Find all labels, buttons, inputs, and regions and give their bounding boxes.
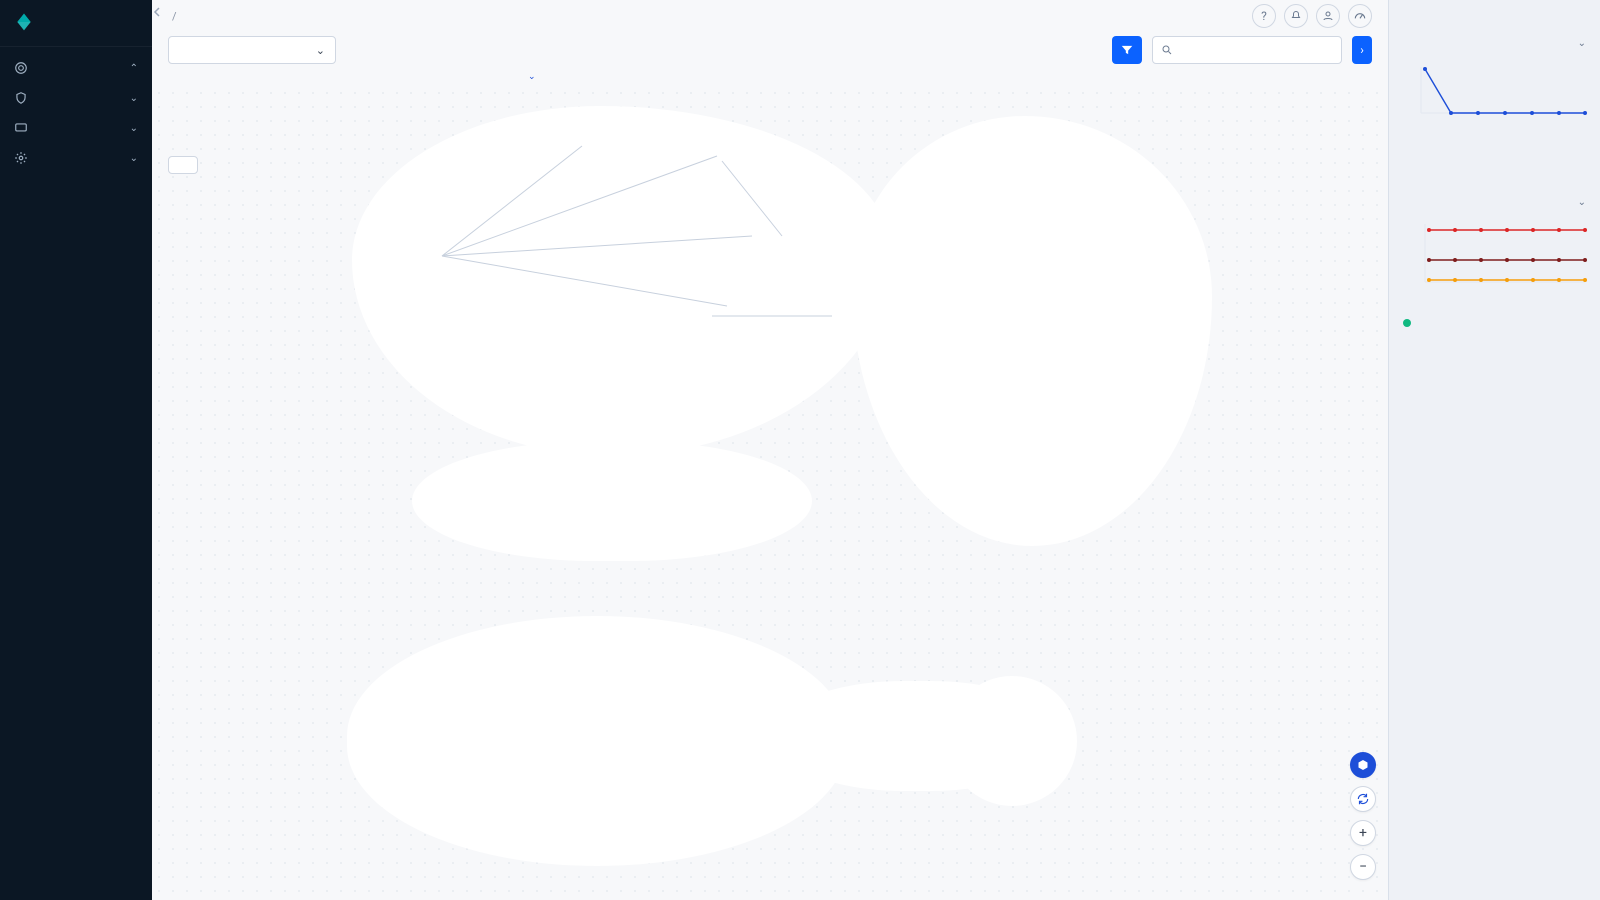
help-button[interactable]: ? <box>1252 4 1276 28</box>
status-dot-icon <box>1403 319 1411 327</box>
cluster-infra-2 <box>412 441 812 561</box>
main: / ? ⌄ › ⌄ <box>152 0 1388 900</box>
color-by-dropdown[interactable]: ⌄ <box>168 36 336 64</box>
nav-radars[interactable]: ⌃ <box>0 53 152 83</box>
funnel-icon <box>1120 43 1134 57</box>
shield-icon <box>14 91 28 105</box>
notifications-button[interactable] <box>1284 4 1308 28</box>
chevron-down-icon: ⌄ <box>316 44 325 57</box>
cloud-logo-icon <box>14 12 34 32</box>
compliance-chart <box>1403 216 1586 302</box>
incidents-range-dropdown[interactable]: ⌄ <box>1403 38 1586 49</box>
sidebar: ⌃ ⌄ ⌄ ⌄ <box>0 0 152 900</box>
account-button[interactable] <box>1316 4 1340 28</box>
chevron-down-icon: ⌄ <box>528 72 536 82</box>
refresh-icon <box>1356 792 1370 806</box>
gauge-icon <box>1353 9 1367 23</box>
search-submit-button[interactable]: › <box>1352 36 1372 64</box>
monitor-icon <box>14 121 28 135</box>
search-input[interactable] <box>1179 44 1333 57</box>
search-icon <box>1161 44 1173 56</box>
nav-manage[interactable]: ⌄ <box>0 143 152 173</box>
cluster-infra <box>352 106 892 456</box>
chevron-down-icon: ⌄ <box>1578 38 1586 49</box>
breadcrumb: / <box>168 10 181 23</box>
radar-icon <box>14 61 28 75</box>
chevron-down-icon: ⌄ <box>130 93 138 104</box>
demo-build-chip[interactable] <box>168 156 198 174</box>
info-button[interactable] <box>1350 752 1376 778</box>
compliance-range-dropdown[interactable]: ⌄ <box>1574 197 1586 208</box>
zoom-out-button[interactable]: − <box>1350 854 1376 880</box>
radar-canvas[interactable]: + − <box>152 86 1388 900</box>
chevron-down-icon: ⌄ <box>130 123 138 134</box>
scan-status-button[interactable] <box>1348 4 1372 28</box>
filter-button[interactable] <box>1112 36 1142 64</box>
user-icon <box>1322 10 1334 22</box>
refresh-button[interactable] <box>1350 786 1376 812</box>
stream-status <box>1403 316 1586 327</box>
incidents-chart <box>1403 57 1586 129</box>
canvas-actions: + − <box>1350 752 1376 880</box>
gear-icon <box>14 151 28 165</box>
bell-icon <box>1290 10 1302 22</box>
brand-logo <box>0 0 152 47</box>
nav-monitor[interactable]: ⌄ <box>0 113 152 143</box>
collapse-sidebar-button[interactable] <box>152 2 162 21</box>
nav-defend[interactable]: ⌄ <box>0 83 152 113</box>
chevron-down-icon: ⌄ <box>1578 197 1586 208</box>
hex-icon <box>1357 759 1369 771</box>
search-box[interactable] <box>1152 36 1342 64</box>
chevron-down-icon: ⌄ <box>130 153 138 164</box>
right-panel: ⌄ ⌄ <box>1388 0 1600 900</box>
cluster-incident <box>852 116 1212 546</box>
chevron-up-icon: ⌃ <box>130 63 138 74</box>
chevron-left-icon <box>152 7 162 17</box>
cluster-dvwa-2 <box>947 676 1077 806</box>
zoom-in-button[interactable]: + <box>1350 820 1376 846</box>
